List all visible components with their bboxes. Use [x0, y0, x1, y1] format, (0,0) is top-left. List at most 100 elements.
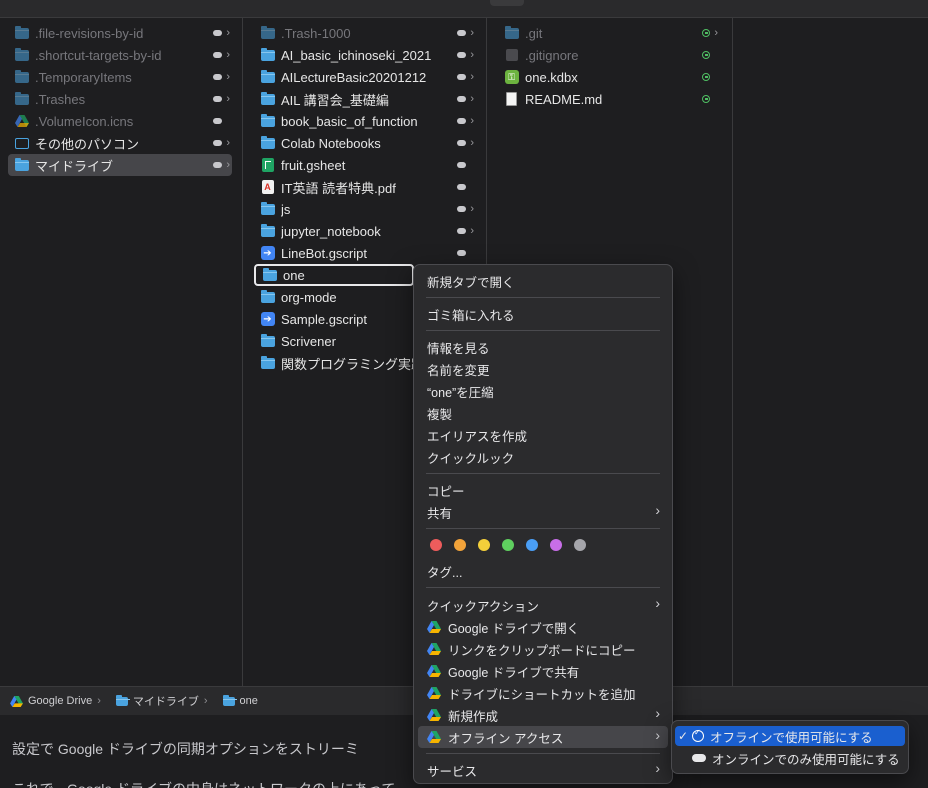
- folder-icon: [222, 694, 237, 706]
- google-drive-icon: [10, 695, 23, 707]
- offline-access-submenu: ✓ オフラインで使用可能にする オンラインでのみ使用可能にする: [671, 720, 909, 774]
- list-item-my-drive[interactable]: マイドライブ ›: [8, 154, 232, 176]
- file-icon: [504, 48, 519, 62]
- item-label: LineBot.gscript: [281, 245, 367, 261]
- tag-blue[interactable]: [526, 539, 538, 551]
- item-label: .file-revisions-by-id: [35, 25, 144, 41]
- path-separator: ›: [203, 695, 208, 707]
- window-toolbar: [0, 0, 928, 18]
- list-item-temporary-items[interactable]: .TemporaryItems ›: [8, 66, 232, 88]
- chevron-right-icon: ›: [226, 137, 230, 149]
- menu-item-gd-share[interactable]: Google ドライブで共有: [418, 660, 668, 682]
- finder-column-root[interactable]: .file-revisions-by-id › .shortcut-target…: [0, 18, 243, 686]
- item-label: one: [283, 267, 305, 283]
- list-item[interactable]: AILectureBasic20201212 ›: [254, 66, 476, 88]
- menu-separator: [426, 528, 660, 529]
- chevron-right-icon: ›: [226, 27, 230, 39]
- list-item-one-context-target[interactable]: one: [254, 264, 414, 286]
- menu-item-gd-copy-link[interactable]: リンクをクリップボードにコピー: [418, 638, 668, 660]
- list-item-volume-icon[interactable]: .VolumeIcon.icns ›: [8, 110, 232, 132]
- list-item[interactable]: book_basic_of_function ›: [254, 110, 476, 132]
- list-item[interactable]: Colab Notebooks ›: [254, 132, 476, 154]
- menu-item-rename[interactable]: 名前を変更: [418, 358, 668, 380]
- menu-item-gd-new[interactable]: 新規作成 ›: [418, 704, 668, 726]
- list-item[interactable]: jupyter_notebook ›: [254, 220, 476, 242]
- submenu-item-make-offline[interactable]: ✓ オフラインで使用可能にする: [675, 726, 905, 746]
- list-item[interactable]: ⚿ one.kdbx ›: [498, 66, 720, 88]
- path-item-google-drive[interactable]: Google Drive ›: [10, 695, 101, 707]
- tag-purple[interactable]: [550, 539, 562, 551]
- list-item-file-revisions[interactable]: .file-revisions-by-id ›: [8, 22, 232, 44]
- menu-item-move-to-trash[interactable]: ゴミ箱に入れる: [418, 303, 668, 325]
- list-item[interactable]: .git ›: [498, 22, 720, 44]
- cloud-icon: [213, 118, 223, 124]
- item-label: AI_basic_ichinoseki_2021: [281, 47, 432, 63]
- item-label: book_basic_of_function: [281, 113, 418, 129]
- checkmark-icon: ✓: [678, 729, 689, 743]
- pdf-icon: A: [260, 180, 275, 194]
- tag-gray[interactable]: [574, 539, 586, 551]
- list-item[interactable]: AIL 講習会_基礎編 ›: [254, 88, 476, 110]
- menu-item-share[interactable]: 共有 ›: [418, 501, 668, 523]
- list-item[interactable]: README.md ›: [498, 88, 720, 110]
- synced-icon: [702, 73, 711, 81]
- gscript-icon: ➔: [260, 246, 275, 260]
- chevron-right-icon: ›: [470, 137, 474, 149]
- item-label: AIL 講習会_基礎編: [281, 92, 389, 108]
- chevron-right-icon: ›: [226, 159, 230, 171]
- menu-item-compress[interactable]: “one”を圧縮: [418, 380, 668, 402]
- menu-item-get-info[interactable]: 情報を見る: [418, 336, 668, 358]
- chevron-right-icon: ›: [714, 27, 718, 39]
- chevron-right-icon: ›: [655, 502, 660, 518]
- folder-icon: [260, 223, 275, 238]
- tag-red[interactable]: [430, 539, 442, 551]
- chevron-right-icon: ›: [470, 71, 474, 83]
- path-item-one[interactable]: one: [218, 694, 258, 707]
- submenu-item-online-only[interactable]: オンラインでのみ使用可能にする: [675, 748, 905, 768]
- list-item[interactable]: fruit.gsheet ›: [254, 154, 476, 176]
- tag-yellow[interactable]: [478, 539, 490, 551]
- menu-item-services[interactable]: サービス ›: [418, 759, 668, 781]
- chevron-right-icon: ›: [470, 49, 474, 61]
- menu-item-gd-add-shortcut[interactable]: ドライブにショートカットを追加: [418, 682, 668, 704]
- chevron-right-icon: ›: [226, 93, 230, 105]
- cloud-icon: [457, 206, 467, 212]
- folder-icon: [14, 91, 29, 106]
- list-item[interactable]: .Trash-1000 ›: [254, 22, 476, 44]
- list-item[interactable]: .gitignore ›: [498, 44, 720, 66]
- doc-text-line: 設定で Google ドライブの同期オプションをストリーミ: [12, 741, 359, 757]
- list-item[interactable]: AI_basic_ichinoseki_2021 ›: [254, 44, 476, 66]
- menu-item-quick-actions[interactable]: クイックアクション ›: [418, 594, 668, 616]
- tag-orange[interactable]: [454, 539, 466, 551]
- list-item-shortcut-targets[interactable]: .shortcut-targets-by-id ›: [8, 44, 232, 66]
- menu-item-gd-open[interactable]: Google ドライブで開く: [418, 616, 668, 638]
- finder-column-empty[interactable]: [733, 18, 928, 686]
- keepass-icon: ⚿: [504, 70, 519, 84]
- list-item[interactable]: A IT英語 読者特典.pdf ›: [254, 176, 476, 198]
- list-item-other-computers[interactable]: その他のパソコン ›: [8, 132, 232, 154]
- cloud-icon: [213, 30, 223, 36]
- list-item[interactable]: ➔ LineBot.gscript ›: [254, 242, 476, 264]
- menu-separator: [426, 297, 660, 298]
- folder-icon: [260, 47, 275, 62]
- menu-item-copy[interactable]: コピー: [418, 479, 668, 501]
- list-item-trashes[interactable]: .Trashes ›: [8, 88, 232, 110]
- menu-item-open-new-tab[interactable]: 新規タブで開く: [418, 270, 668, 292]
- path-item-my-drive[interactable]: マイドライブ ›: [111, 693, 208, 709]
- menu-item-gd-offline-access[interactable]: オフライン アクセス ›: [418, 726, 668, 748]
- menu-item-duplicate[interactable]: 複製: [418, 402, 668, 424]
- item-label: IT英語 読者特典.pdf: [281, 180, 396, 196]
- list-item[interactable]: js ›: [254, 198, 476, 220]
- chevron-right-icon: ›: [470, 93, 474, 105]
- google-drive-icon: [427, 621, 441, 633]
- menu-item-tags[interactable]: タグ...: [418, 560, 668, 582]
- folder-icon: [260, 201, 275, 216]
- folder-icon: [14, 69, 29, 84]
- toolbar-control[interactable]: [490, 0, 524, 6]
- google-drive-icon: [14, 114, 29, 128]
- item-label: .Trash-1000: [281, 25, 351, 41]
- cloud-icon: [457, 118, 467, 124]
- tag-green[interactable]: [502, 539, 514, 551]
- menu-item-quick-look[interactable]: クイックルック: [418, 446, 668, 468]
- menu-item-make-alias[interactable]: エイリアスを作成: [418, 424, 668, 446]
